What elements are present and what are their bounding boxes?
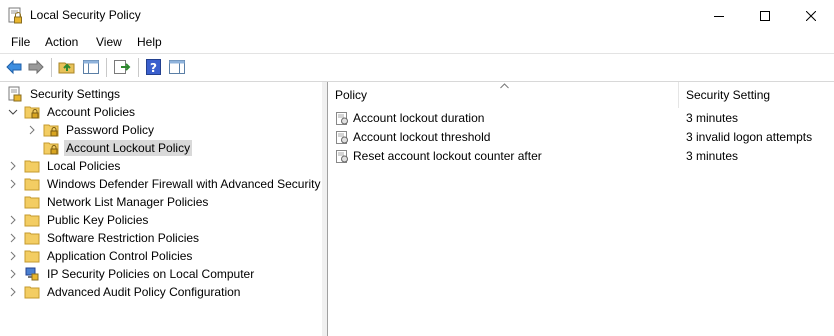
- chevron-right-icon[interactable]: [8, 215, 18, 225]
- close-button[interactable]: [788, 0, 834, 31]
- folder-icon: [24, 286, 40, 299]
- policy-setting-icon: [336, 130, 348, 144]
- menu-file[interactable]: File: [9, 35, 32, 49]
- show-hide-console-tree-icon[interactable]: [82, 58, 100, 76]
- chevron-right-icon[interactable]: [8, 233, 18, 243]
- tree-item-advanced-audit[interactable]: Advanced Audit Policy Configuration: [8, 283, 242, 301]
- menu-action[interactable]: Action: [43, 35, 80, 49]
- folder-icon: [24, 250, 40, 263]
- tree-item-application-control[interactable]: Application Control Policies: [8, 247, 194, 265]
- minimize-button[interactable]: [696, 0, 742, 31]
- export-list-icon[interactable]: [113, 58, 131, 76]
- folder-icon: [24, 196, 40, 209]
- minimize-icon: [714, 15, 724, 17]
- policy-setting-icon: [336, 111, 348, 125]
- tree-item-firewall[interactable]: Windows Defender Firewall with Advanced …: [8, 175, 322, 193]
- chevron-right-icon[interactable]: [8, 269, 18, 279]
- tree-item-account-policies[interactable]: Account Policies: [8, 103, 137, 121]
- details-pane[interactable]: Policy Security Setting Account lockout …: [327, 82, 834, 336]
- console-tree[interactable]: Security Settings Account Policies Passw…: [0, 82, 323, 336]
- toolbar-separator: [138, 58, 139, 77]
- folder-lock-icon: [43, 142, 59, 155]
- folder-icon: [24, 214, 40, 227]
- column-header-security-setting[interactable]: Security Setting: [678, 82, 834, 108]
- folder-icon: [24, 178, 40, 191]
- title-bar: Local Security Policy: [0, 0, 834, 31]
- forward-arrow-icon[interactable]: [27, 58, 45, 76]
- maximize-button[interactable]: [742, 0, 788, 31]
- policy-row[interactable]: Account lockout threshold 3 invalid logo…: [336, 128, 831, 146]
- tree-item-password-policy[interactable]: Password Policy: [27, 121, 156, 139]
- security-settings-icon: [8, 86, 22, 102]
- tree-item-network-list[interactable]: Network List Manager Policies: [24, 193, 210, 211]
- window-title: Local Security Policy: [30, 8, 141, 22]
- ip-security-icon: [25, 267, 39, 281]
- up-one-level-icon[interactable]: [58, 58, 76, 76]
- folder-lock-icon: [24, 106, 40, 119]
- folder-icon: [24, 160, 40, 173]
- tree-item-security-settings[interactable]: Security Settings: [7, 85, 122, 103]
- chevron-right-icon[interactable]: [8, 161, 18, 171]
- toolbar-separator: [51, 58, 52, 77]
- toolbar: ?: [0, 53, 834, 82]
- close-icon: [806, 10, 816, 21]
- policy-row[interactable]: Account lockout duration 3 minutes: [336, 109, 831, 127]
- maximize-icon: [760, 10, 770, 21]
- chevron-right-icon[interactable]: [8, 287, 18, 297]
- toolbar-separator: [106, 58, 107, 77]
- chevron-right-icon[interactable]: [8, 251, 18, 261]
- help-icon[interactable]: ?: [145, 58, 163, 76]
- policy-row[interactable]: Reset account lockout counter after 3 mi…: [336, 147, 831, 165]
- menu-view[interactable]: View: [94, 35, 124, 49]
- tree-item-account-lockout-policy[interactable]: Account Lockout Policy: [43, 139, 193, 157]
- chevron-right-icon[interactable]: [8, 179, 18, 189]
- menu-bar: File Action View Help: [0, 32, 834, 52]
- folder-lock-icon: [43, 124, 59, 137]
- tree-item-local-policies[interactable]: Local Policies: [8, 157, 122, 175]
- tree-item-public-key[interactable]: Public Key Policies: [8, 211, 150, 229]
- show-action-pane-icon[interactable]: [168, 58, 186, 76]
- local-security-policy-icon: [8, 7, 22, 24]
- back-arrow-icon[interactable]: [5, 58, 23, 76]
- tree-item-ip-security[interactable]: IP Security Policies on Local Computer: [8, 265, 256, 283]
- policy-setting-icon: [336, 149, 348, 163]
- column-header-policy[interactable]: Policy: [335, 82, 675, 108]
- svg-text:?: ?: [150, 61, 157, 75]
- chevron-down-icon[interactable]: [8, 107, 18, 117]
- chevron-right-icon[interactable]: [27, 125, 37, 135]
- tree-item-software-restriction[interactable]: Software Restriction Policies: [8, 229, 201, 247]
- folder-icon: [24, 232, 40, 245]
- menu-help[interactable]: Help: [135, 35, 164, 49]
